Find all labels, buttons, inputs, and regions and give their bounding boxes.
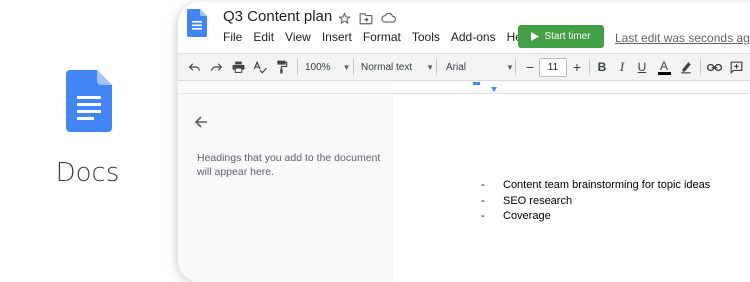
outline-empty-message: Headings that you add to the document wi… (197, 152, 381, 178)
menu-insert[interactable]: Insert (322, 30, 352, 44)
back-arrow-icon[interactable] (193, 114, 209, 130)
menu-add-ons[interactable]: Add-ons (451, 30, 496, 44)
brand-panel: Docs (0, 0, 175, 250)
bullet-list: - Content team brainstorming for topic i… (481, 178, 710, 225)
font-caret-icon: ▼ (506, 62, 514, 72)
print-icon[interactable] (230, 59, 246, 75)
undo-icon[interactable] (186, 59, 202, 75)
menu-format[interactable]: Format (363, 30, 401, 44)
style-value: Normal text (361, 61, 413, 73)
ruler[interactable] (178, 81, 750, 94)
google-docs-logo-icon (66, 70, 112, 132)
decrease-font-size-icon[interactable]: − (522, 59, 538, 75)
menu-edit[interactable]: Edit (253, 30, 274, 44)
highlight-color-icon[interactable] (678, 59, 694, 75)
list-item-text: SEO research (503, 194, 573, 207)
font-size-input[interactable]: 11 (539, 58, 567, 77)
bullet-marker: - (481, 210, 485, 222)
italic-icon[interactable]: I (614, 59, 630, 75)
menu-view[interactable]: View (285, 30, 311, 44)
style-caret-icon: ▼ (426, 62, 435, 72)
move-to-folder-icon[interactable] (358, 10, 374, 26)
indent-marker-icon[interactable] (473, 81, 503, 93)
toolbar: 100% ▼ Normal text ▼ Arial ▼ − 11 + B I … (178, 53, 750, 81)
star-icon[interactable] (336, 10, 352, 26)
list-item-text: Content team brainstorming for topic ide… (503, 179, 711, 191)
redo-icon[interactable] (208, 59, 224, 75)
zoom-caret-icon: ▼ (342, 62, 351, 72)
list-item[interactable]: - Content team brainstorming for topic i… (481, 178, 710, 194)
document-page[interactable]: - Content team brainstorming for topic i… (393, 94, 750, 282)
text-color-icon[interactable]: A (656, 59, 672, 75)
docs-home-icon[interactable] (187, 9, 207, 37)
start-timer-button[interactable]: Start timer (518, 25, 604, 48)
menu-bar: File Edit View Insert Format Tools Add-o… (223, 30, 542, 44)
increase-font-size-icon[interactable]: + (569, 59, 585, 75)
paint-format-icon[interactable] (274, 59, 290, 75)
start-timer-label: Start timer (544, 31, 591, 42)
add-comment-icon[interactable] (728, 59, 744, 75)
insert-link-icon[interactable] (706, 59, 722, 75)
cloud-saved-icon[interactable] (380, 10, 396, 26)
menu-tools[interactable]: Tools (412, 30, 440, 44)
list-item[interactable]: - SEO research (481, 194, 710, 210)
menu-file[interactable]: File (223, 30, 242, 44)
bullet-marker: - (481, 179, 485, 191)
underline-icon[interactable]: U (634, 59, 650, 75)
zoom-value: 100% (305, 61, 331, 73)
document-title[interactable]: Q3 Content plan (223, 8, 332, 25)
bold-icon[interactable]: B (594, 59, 610, 75)
list-item[interactable]: - Coverage (481, 209, 710, 225)
list-item-text: Coverage (503, 210, 551, 222)
brand-label: Docs (55, 158, 120, 188)
document-outline-panel: Headings that you add to the document wi… (178, 94, 392, 282)
docs-window: Q3 Content plan File Edit View Insert Fo… (178, 2, 750, 282)
play-icon (531, 32, 540, 41)
spellcheck-icon[interactable] (252, 59, 268, 75)
font-value: Arial (446, 61, 467, 73)
style-select[interactable]: Normal text ▼ (361, 58, 434, 76)
zoom-select[interactable]: 100% ▼ (305, 58, 351, 76)
last-edit-link[interactable]: Last edit was seconds ago (615, 31, 750, 45)
font-select[interactable]: Arial ▼ (446, 58, 514, 76)
document-canvas: - Content team brainstorming for topic i… (392, 94, 750, 282)
bullet-marker: - (481, 194, 485, 207)
